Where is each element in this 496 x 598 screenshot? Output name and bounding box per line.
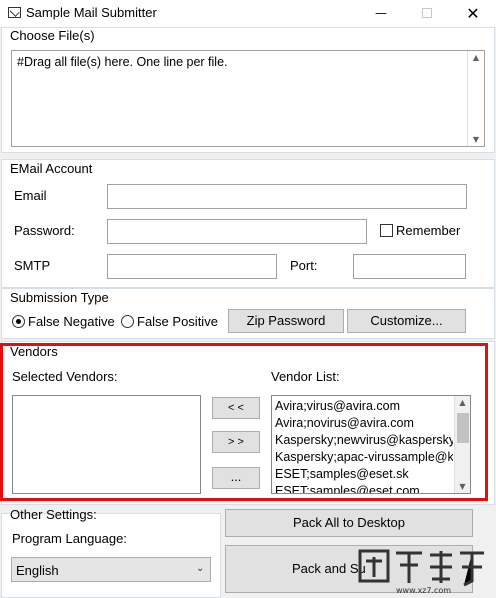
maximize-button[interactable] <box>404 0 450 27</box>
false-negative-label: False Negative <box>28 314 115 329</box>
other-settings-section <box>1 513 221 598</box>
customize-button[interactable]: Customize... <box>347 309 466 333</box>
maximize-icon <box>422 8 432 18</box>
move-right-button[interactable]: > > <box>212 431 260 453</box>
false-negative-radio[interactable] <box>12 315 25 328</box>
scroll-up-icon[interactable]: ▲ <box>468 53 484 62</box>
scrollbar-thumb[interactable] <box>457 413 469 443</box>
selected-vendors-label: Selected Vendors: <box>12 369 118 384</box>
list-item[interactable]: Avira;novirus@avira.com <box>275 415 453 432</box>
move-left-button[interactable]: < < <box>212 397 260 419</box>
scroll-down-icon[interactable]: ▼ <box>455 482 470 491</box>
files-scrollbar[interactable]: ▲ ▼ <box>467 51 484 146</box>
zip-password-button[interactable]: Zip Password <box>228 309 344 333</box>
list-item[interactable]: ESET;samples@eset.com <box>275 483 453 493</box>
program-language-label: Program Language: <box>12 531 127 546</box>
svg-text:www.xz7.com: www.xz7.com <box>396 586 451 595</box>
title-bar: Sample Mail Submitter — ✕ <box>0 0 496 27</box>
remember-label: Remember <box>396 223 461 238</box>
choose-files-label: Choose File(s) <box>10 28 95 43</box>
more-vendors-button[interactable]: ... <box>212 467 260 489</box>
list-item[interactable]: Avira;virus@avira.com <box>275 398 453 415</box>
vendor-list-label: Vendor List: <box>271 369 340 384</box>
false-positive-radio[interactable] <box>121 315 134 328</box>
list-item[interactable]: ESET;samples@eset.sk <box>275 466 453 483</box>
false-positive-label: False Positive <box>137 314 218 329</box>
pack-all-to-desktop-button[interactable]: Pack All to Desktop <box>225 509 473 537</box>
mail-icon <box>8 7 21 18</box>
files-drop-text: #Drag all file(s) here. One line per fil… <box>17 55 228 69</box>
files-drop-area[interactable]: #Drag all file(s) here. One line per fil… <box>11 50 485 147</box>
chevron-down-icon: ⌄ <box>196 563 205 574</box>
other-settings-label: Other Settings: <box>10 507 97 522</box>
scroll-up-icon[interactable]: ▲ <box>455 398 470 407</box>
port-label: Port: <box>290 258 318 273</box>
email-label: Email <box>14 188 47 203</box>
vendor-list[interactable]: Avira;virus@avira.com Avira;novirus@avir… <box>271 395 471 494</box>
window-title: Sample Mail Submitter <box>26 5 157 20</box>
language-select-value: English <box>16 563 59 578</box>
email-account-label: EMail Account <box>10 161 93 176</box>
vendor-list-scrollbar[interactable]: ▲ ▼ <box>454 396 470 493</box>
pack-and-send-label: Pack and Su <box>292 561 366 576</box>
smtp-field[interactable] <box>107 254 277 279</box>
minimize-button[interactable]: — <box>358 0 404 27</box>
list-item[interactable]: Kaspersky;newvirus@kaspersky.com <box>275 432 453 449</box>
list-item[interactable]: Kaspersky;apac-virussample@kaspersky.com <box>275 449 453 466</box>
smtp-label: SMTP <box>14 258 51 273</box>
password-field[interactable] <box>107 219 367 244</box>
remember-checkbox[interactable] <box>380 224 393 237</box>
watermark-icon: www.xz7.com <box>358 549 484 595</box>
scroll-down-icon[interactable]: ▼ <box>468 135 484 144</box>
selected-vendors-list[interactable] <box>12 395 201 494</box>
vendors-label: Vendors <box>10 344 58 359</box>
close-button[interactable]: ✕ <box>450 0 496 27</box>
password-label: Password: <box>14 223 75 238</box>
port-field[interactable] <box>353 254 466 279</box>
watermark-logo: www.xz7.com <box>356 543 492 595</box>
email-field[interactable] <box>107 184 467 209</box>
language-select[interactable]: English ⌄ <box>11 557 211 582</box>
submission-type-label: Submission Type <box>10 290 109 305</box>
